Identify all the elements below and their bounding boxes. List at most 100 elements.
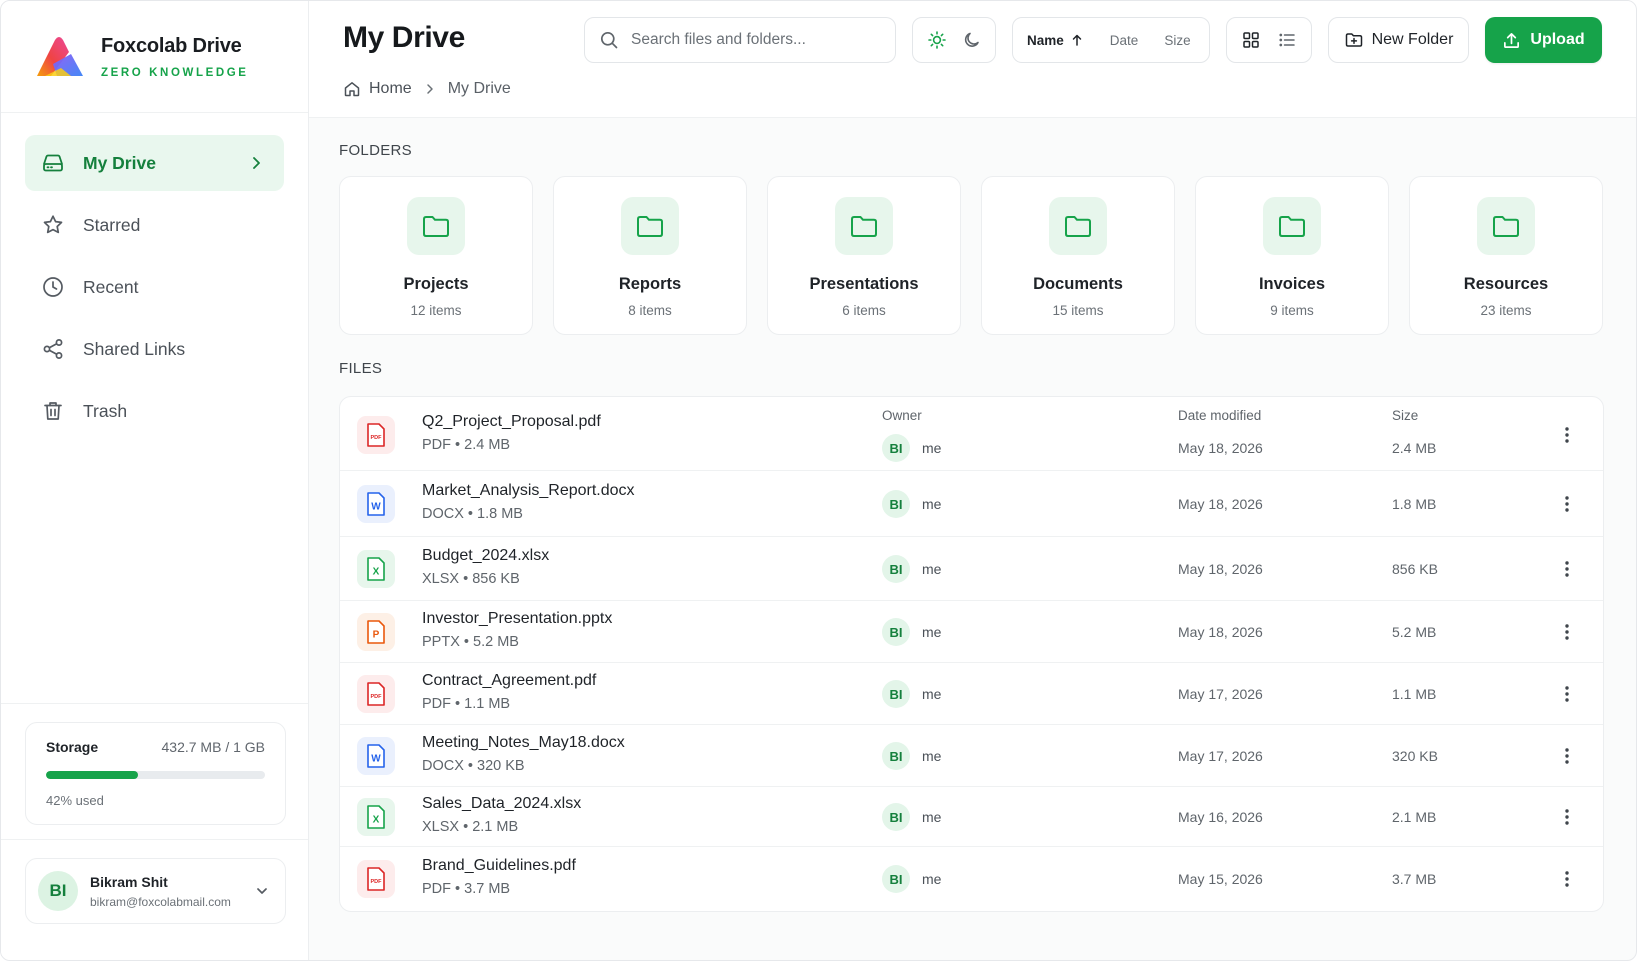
sidebar-item-trash[interactable]: Trash <box>25 383 284 439</box>
file-size: 320 KB <box>1392 748 1438 764</box>
owner-avatar: BI <box>882 680 910 708</box>
more-options-icon[interactable] <box>1555 805 1579 829</box>
sidebar-item-recent[interactable]: Recent <box>25 259 284 315</box>
table-row[interactable]: X Budget_2024.xlsx XLSX • 856 KB BI me May 18… <box>340 537 1603 601</box>
chevron-down-icon <box>257 888 267 894</box>
more-options-icon[interactable] <box>1555 620 1579 644</box>
folder-card[interactable]: Reports 8 items <box>553 176 747 335</box>
share-icon <box>41 337 65 361</box>
sidebar: Foxcolab Drive ZERO KNOWLEDGE My Drive S… <box>1 1 309 960</box>
column-header-date: Date modified <box>1178 408 1262 423</box>
folder-item-count: 9 items <box>1270 303 1314 318</box>
folder-name: Projects <box>403 275 469 293</box>
folder-card[interactable]: Presentations 6 items <box>767 176 961 335</box>
file-size: 1.8 MB <box>1392 496 1437 512</box>
owner-name: me <box>922 440 942 456</box>
folder-icon <box>1493 216 1519 237</box>
folder-icon <box>851 216 877 237</box>
trash-icon <box>41 399 65 423</box>
search-box[interactable] <box>584 17 896 63</box>
file-name[interactable]: Investor_Presentation.pptx <box>422 610 612 628</box>
list-icon <box>1279 33 1295 47</box>
file-size: 1.1 MB <box>1392 686 1437 702</box>
more-options-icon[interactable] <box>1555 423 1579 447</box>
table-row[interactable]: PDF Contract_Agreement.pdf PDF • 1.1 MB BI m… <box>340 663 1603 725</box>
new-folder-button[interactable]: New Folder <box>1328 17 1469 63</box>
folder-card[interactable]: Invoices 9 items <box>1195 176 1389 335</box>
file-meta: PPTX • 5.2 MB <box>422 634 519 650</box>
pdf-file-icon: PDF <box>357 675 395 713</box>
grid-view-button[interactable] <box>1236 25 1266 55</box>
date-modified: May 18, 2026 <box>1178 624 1263 640</box>
table-row[interactable]: P Investor_Presentation.pptx PPTX • 5.2 MB… <box>340 601 1603 663</box>
table-row[interactable]: X Sales_Data_2024.xlsx XLSX • 2.1 MB BI me Ma… <box>340 787 1603 847</box>
sort-by-size-button[interactable]: Size <box>1164 33 1190 48</box>
svg-text:X: X <box>373 815 380 826</box>
owner-name: me <box>922 686 942 702</box>
more-options-icon[interactable] <box>1555 682 1579 706</box>
user-section: BI Bikram Shit bikram@foxcolabmail.com <box>1 839 308 924</box>
file-name[interactable]: Q2_Project_Proposal.pdf <box>422 413 601 431</box>
folder-card[interactable]: Resources 23 items <box>1409 176 1603 335</box>
file-size: 3.7 MB <box>1392 871 1437 887</box>
sort-by-date-button[interactable]: Date <box>1110 33 1139 48</box>
more-options-icon[interactable] <box>1555 557 1579 581</box>
breadcrumb-current: My Drive <box>447 80 511 97</box>
folder-name: Documents <box>1033 275 1123 293</box>
svg-text:PDF: PDF <box>371 879 383 885</box>
more-options-icon[interactable] <box>1555 744 1579 768</box>
grid-icon <box>1243 32 1259 48</box>
sidebar-item-label: Starred <box>83 214 141 235</box>
user-menu[interactable]: BI Bikram Shit bikram@foxcolabmail.com <box>25 858 286 924</box>
file-name[interactable]: Budget_2024.xlsx <box>422 547 549 565</box>
sidebar-item-shared-links[interactable]: Shared Links <box>25 321 284 377</box>
more-options-icon[interactable] <box>1555 867 1579 891</box>
sidebar-item-my-drive[interactable]: My Drive <box>25 135 284 191</box>
user-email: bikram@foxcolabmail.com <box>90 894 231 909</box>
date-modified: May 17, 2026 <box>1178 686 1263 702</box>
storage-percent-text: 42% used <box>46 793 104 808</box>
upload-button[interactable]: Upload <box>1485 17 1602 63</box>
file-name[interactable]: Brand_Guidelines.pdf <box>422 857 576 875</box>
excel-file-icon: X <box>357 798 395 836</box>
owner-name: me <box>922 748 942 764</box>
storage-value: 432.7 MB / 1 GB <box>161 739 266 755</box>
sidebar-item-label: Shared Links <box>83 338 186 359</box>
more-options-icon[interactable] <box>1555 492 1579 516</box>
svg-text:PDF: PDF <box>371 435 383 441</box>
table-row[interactable]: PDF Brand_Guidelines.pdf PDF • 3.7 MB BI me M… <box>340 847 1603 911</box>
sidebar-nav: My Drive Starred Recent Shared Links Tra… <box>1 113 308 439</box>
upload-label: Upload <box>1530 31 1585 48</box>
sort-controls: Name Date Size <box>1012 17 1210 63</box>
powerpoint-file-icon: P <box>357 613 395 651</box>
file-name[interactable]: Market_Analysis_Report.docx <box>422 482 635 500</box>
file-meta: PDF • 1.1 MB <box>422 696 511 712</box>
file-name[interactable]: Meeting_Notes_May18.docx <box>422 734 625 752</box>
dark-mode-button[interactable] <box>956 24 988 56</box>
breadcrumb-home[interactable]: Home <box>369 80 412 98</box>
search-input[interactable] <box>631 31 881 49</box>
table-row[interactable]: PDF Q2_Project_Proposal.pdf PDF • 2.4 MB Ow… <box>340 397 1603 471</box>
folder-name: Resources <box>1463 275 1549 293</box>
file-name[interactable]: Sales_Data_2024.xlsx <box>422 795 581 813</box>
moon-icon <box>964 32 979 47</box>
date-modified: May 15, 2026 <box>1178 871 1263 887</box>
folder-card[interactable]: Documents 15 items <box>981 176 1175 335</box>
brand-tagline: ZERO KNOWLEDGE <box>101 66 249 79</box>
sort-by-name-button[interactable]: Name <box>1027 33 1084 48</box>
sidebar-item-starred[interactable]: Starred <box>25 197 284 253</box>
svg-text:W: W <box>371 502 381 513</box>
list-view-button[interactable] <box>1272 25 1302 55</box>
folder-card[interactable]: Projects 12 items <box>339 176 533 335</box>
table-row[interactable]: W Meeting_Notes_May18.docx DOCX • 320 KB BI… <box>340 725 1603 787</box>
folder-item-count: 23 items <box>1480 303 1532 318</box>
file-meta: DOCX • 320 KB <box>422 758 525 774</box>
user-name: Bikram Shit <box>90 873 168 890</box>
light-mode-button[interactable] <box>921 24 953 56</box>
sidebar-item-label: My Drive <box>83 152 156 173</box>
file-name[interactable]: Contract_Agreement.pdf <box>422 672 596 690</box>
file-meta: PDF • 3.7 MB <box>422 881 511 897</box>
word-file-icon: W <box>357 485 395 523</box>
table-row[interactable]: W Market_Analysis_Report.docx DOCX • 1.8 M… <box>340 471 1603 537</box>
sidebar-item-label: Trash <box>83 400 128 421</box>
